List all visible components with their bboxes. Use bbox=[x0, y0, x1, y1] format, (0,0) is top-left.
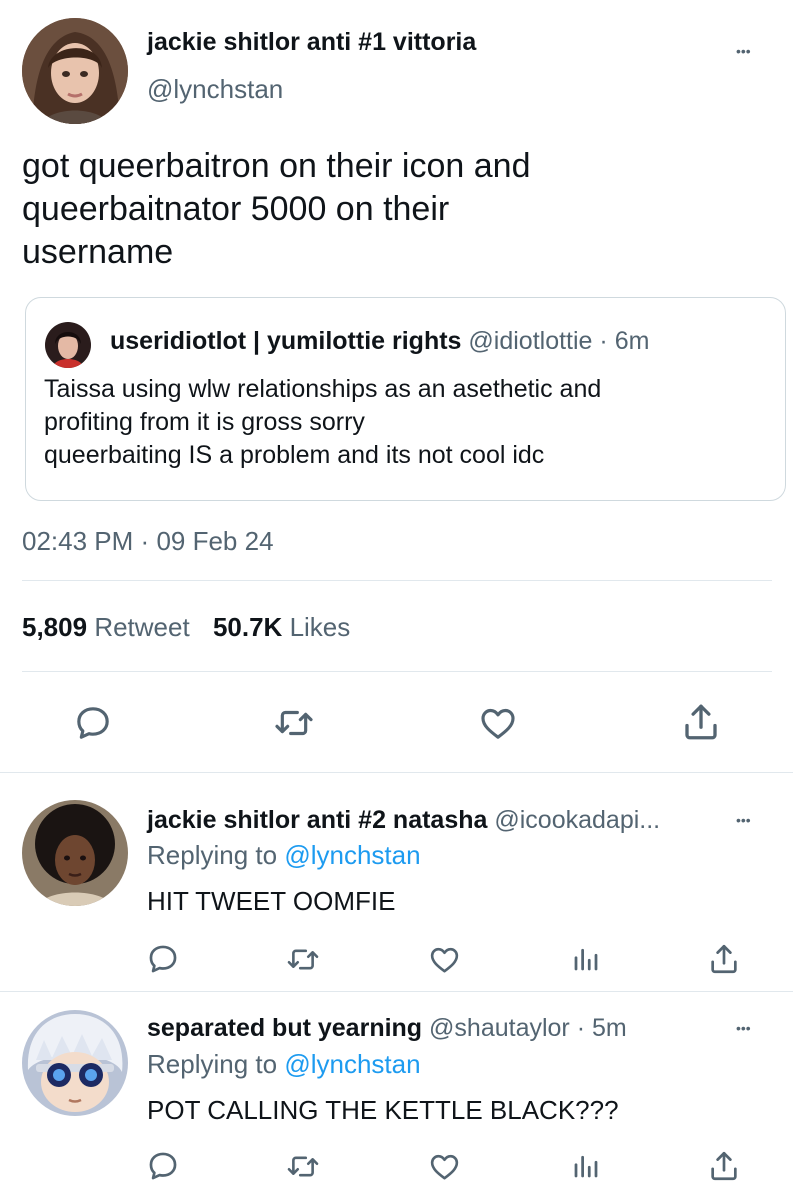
retweet-label: Retweet bbox=[94, 612, 190, 642]
reply-icon[interactable] bbox=[73, 703, 113, 743]
main-tweet-text: got queerbaitron on their icon and queer… bbox=[22, 145, 530, 274]
analytics-icon[interactable] bbox=[571, 944, 601, 974]
like-icon[interactable] bbox=[427, 943, 462, 976]
like-label: Likes bbox=[289, 612, 351, 642]
retweet-count: 5,809 bbox=[22, 612, 88, 642]
reply-display-name[interactable]: jackie shitlor anti #2 natasha bbox=[147, 806, 487, 834]
like-count: 50.7K bbox=[212, 612, 283, 642]
replying-to: Replying to @lynchstan bbox=[147, 840, 421, 871]
reply-avatar-image bbox=[22, 1010, 128, 1116]
quoted-handle[interactable]: @idiotlottie bbox=[468, 327, 592, 355]
reply-header: jackie shitlor anti #2 natasha @icookada… bbox=[147, 806, 660, 835]
quoted-text-line: Taissa using wlw relationships as an ase… bbox=[44, 375, 602, 403]
quoted-text-line: queerbaiting IS a problem and its not co… bbox=[44, 441, 545, 469]
reply-handle[interactable]: @icookadapi... bbox=[494, 806, 660, 834]
reply-icon[interactable] bbox=[146, 942, 180, 976]
main-tweet-text-line: got queerbaitron on their icon and bbox=[22, 147, 531, 185]
tweet-stats: 5,809 Retweet 50.7K Likes bbox=[22, 612, 350, 643]
divider bbox=[22, 671, 772, 672]
quoted-display-name[interactable]: useridiotlot | yumilottie rights bbox=[110, 327, 461, 355]
main-avatar-image bbox=[22, 18, 128, 124]
more-icon[interactable]: ••• bbox=[736, 1021, 751, 1035]
reply-time: · 5m bbox=[576, 1014, 627, 1042]
share-icon[interactable] bbox=[707, 942, 741, 976]
reply-avatar-image bbox=[22, 800, 128, 906]
quoted-time: · 6m bbox=[599, 327, 650, 355]
reply-header: separated but yearning @shautaylor · 5m bbox=[147, 1014, 627, 1043]
reply-text: POT CALLING THE KETTLE BLACK??? bbox=[147, 1095, 619, 1125]
divider bbox=[0, 991, 793, 992]
reply-text: HIT TWEET OOMFIE bbox=[147, 886, 396, 916]
divider bbox=[0, 772, 793, 773]
tweet-date: 09 Feb 24 bbox=[156, 526, 274, 556]
reply-avatar[interactable] bbox=[22, 1010, 128, 1116]
quoted-text-line: profiting from it is gross sorry bbox=[44, 408, 365, 436]
like-icon[interactable] bbox=[477, 703, 519, 743]
quoted-text: Taissa using wlw relationships as an ase… bbox=[44, 373, 601, 472]
divider bbox=[22, 580, 772, 581]
main-tweet-text-line: queerbaitnator 5000 on their bbox=[22, 190, 450, 228]
quoted-tweet-card[interactable]: useridiotlot | yumilottie rights @idiotl… bbox=[25, 297, 786, 501]
replying-to-prefix: Replying to bbox=[147, 1049, 278, 1079]
retweet-icon[interactable] bbox=[285, 943, 321, 976]
replying-to-handle[interactable]: @lynchstan bbox=[284, 840, 420, 870]
like-icon[interactable] bbox=[427, 1150, 462, 1183]
replying-to-handle[interactable]: @lynchstan bbox=[284, 1049, 420, 1079]
reply-handle[interactable]: @shautaylor bbox=[429, 1014, 570, 1042]
tweet-time-separator: · bbox=[140, 526, 150, 556]
replying-to: Replying to @lynchstan bbox=[147, 1049, 421, 1080]
replying-to-prefix: Replying to bbox=[147, 840, 278, 870]
tweet-time: 02:43 PM bbox=[22, 526, 134, 556]
more-icon[interactable]: ••• bbox=[736, 44, 751, 58]
retweet-icon[interactable] bbox=[285, 1150, 321, 1183]
retweet-stat[interactable]: 5,809 Retweet bbox=[22, 612, 197, 642]
share-icon[interactable] bbox=[680, 701, 722, 743]
share-icon[interactable] bbox=[707, 1149, 741, 1183]
tweet-timestamp[interactable]: 02:43 PM · 09 Feb 24 bbox=[22, 526, 274, 557]
main-tweet-text-line: username bbox=[22, 233, 174, 271]
quoted-header: useridiotlot | yumilottie rights @idiotl… bbox=[110, 327, 649, 356]
main-handle[interactable]: @lynchstan bbox=[147, 74, 283, 105]
reply-avatar[interactable] bbox=[22, 800, 128, 906]
reply-icon[interactable] bbox=[146, 1149, 180, 1183]
like-stat[interactable]: 50.7K Likes bbox=[213, 612, 350, 642]
reply-display-name[interactable]: separated but yearning bbox=[147, 1014, 422, 1042]
quoted-avatar bbox=[45, 322, 91, 368]
main-avatar[interactable] bbox=[22, 18, 128, 124]
more-icon[interactable]: ••• bbox=[736, 813, 751, 827]
analytics-icon[interactable] bbox=[571, 1151, 601, 1181]
quoted-avatar-image bbox=[45, 322, 91, 368]
retweet-icon[interactable] bbox=[272, 703, 316, 743]
main-display-name[interactable]: jackie shitlor anti #1 vittoria bbox=[147, 28, 476, 57]
